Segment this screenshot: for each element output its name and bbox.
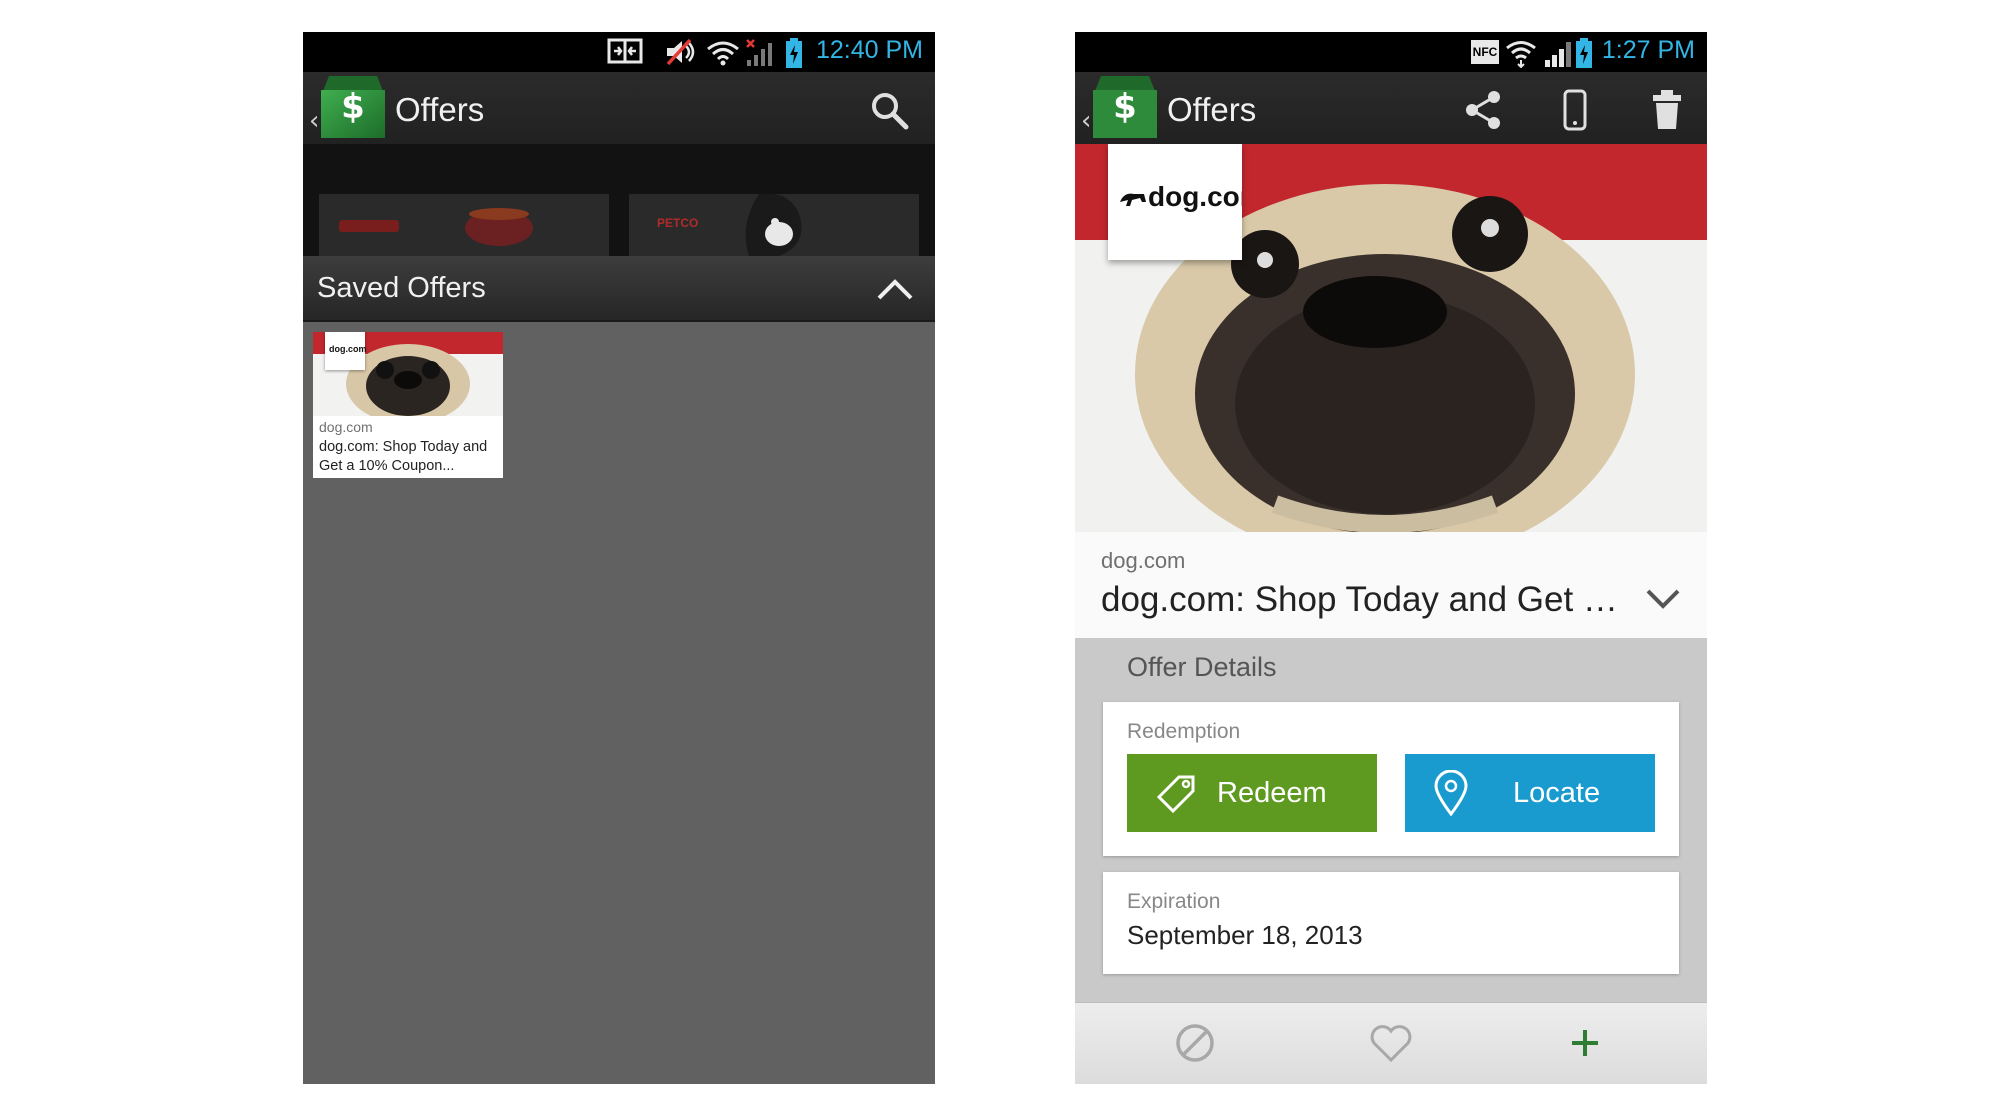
- saved-offers-title: Saved Offers: [317, 272, 486, 304]
- locate-label: Locate: [1513, 776, 1601, 809]
- heart-icon: [1370, 1025, 1412, 1063]
- battery-charging-icon: [1576, 38, 1592, 68]
- expiration-date: September 18, 2013: [1127, 920, 1363, 950]
- chevron-up-icon[interactable]: [875, 274, 915, 304]
- phone-icon: [1563, 89, 1587, 131]
- merchant-logo-card: dog.com: [1108, 144, 1265, 260]
- screen-share-icon: [607, 38, 643, 64]
- cookware-offer-image: [339, 208, 533, 246]
- bottom-action-bar: [1075, 1002, 1707, 1084]
- search-button[interactable]: [861, 82, 917, 138]
- offer-info[interactable]: dog.com dog.com: Shop Today and Get a 10…: [1075, 532, 1707, 638]
- app-title: Offers: [395, 91, 485, 128]
- redeem-button[interactable]: Redeem: [1127, 754, 1377, 832]
- offers-carousel[interactable]: PETCO: [303, 144, 935, 256]
- nfc-icon: NFC: [1471, 40, 1499, 64]
- delete-button[interactable]: [1639, 82, 1695, 138]
- share-icon: [1466, 91, 1500, 129]
- redemption-card: Redemption Redeem Locate: [1103, 702, 1679, 856]
- offer-title: dog.com: Shop Today and Get a 10% Coupon: [1101, 580, 1621, 619]
- add-button[interactable]: [1561, 1019, 1609, 1067]
- location-pin-icon: [1434, 770, 1468, 816]
- saved-offers-header[interactable]: Saved Offers: [303, 256, 935, 322]
- expiration-card: Expiration September 18, 2013: [1103, 872, 1679, 974]
- locate-button[interactable]: Locate: [1405, 754, 1655, 832]
- svg-text:$: $: [341, 87, 365, 127]
- app-title: Offers: [1167, 91, 1257, 128]
- svg-text:$: $: [1113, 87, 1137, 127]
- logo-text: dog.com: [1148, 181, 1242, 212]
- battery-charging-icon: [786, 38, 802, 68]
- tag-icon: [1156, 775, 1195, 814]
- carousel-card[interactable]: PETCO: [629, 194, 919, 256]
- carousel-card[interactable]: [319, 194, 609, 256]
- dog-com-logo: dog.com: [1120, 181, 1265, 212]
- signal-icon: [1545, 42, 1571, 67]
- wifi-icon: [707, 41, 739, 66]
- offer-title: dog.com: Shop Today and Get a 10% Coupon…: [319, 439, 488, 474]
- offer-thumbnail: dog.com: [313, 332, 503, 416]
- search-icon: [872, 93, 909, 130]
- offer-merchant: dog.com: [1101, 548, 1186, 573]
- trash-icon: [1653, 90, 1681, 129]
- phone-screen-left: 12:40 PM ‹ $ Offers PETCO Saved Offers d…: [303, 32, 935, 1084]
- status-time: 12:40 PM: [815, 36, 923, 64]
- saved-offer-tile[interactable]: dog.com dog.com dog.com: Shop Today and …: [313, 332, 503, 478]
- offer-merchant: dog.com: [319, 419, 373, 435]
- signal-no-service-icon: [746, 39, 772, 66]
- status-time: 1:27 PM: [1601, 36, 1695, 64]
- status-bar: NFC 1:27 PM: [1075, 32, 1707, 72]
- share-button[interactable]: [1455, 82, 1511, 138]
- phone-screen-right: NFC 1:27 PM ‹ $ Offers dog.co dog.com do…: [1075, 32, 1707, 1084]
- not-interested-icon: [1176, 1024, 1214, 1062]
- status-bar: 12:40 PM: [303, 32, 935, 72]
- chevron-down-icon[interactable]: [1645, 586, 1681, 612]
- offer-details-heading: Offer Details: [1127, 652, 1277, 682]
- app-dollar-logo-icon[interactable]: $: [1093, 76, 1157, 138]
- favorite-button[interactable]: [1367, 1019, 1415, 1067]
- merchant-logo-text: dog.com: [329, 344, 367, 354]
- app-dollar-logo-icon[interactable]: $: [321, 76, 385, 138]
- dog-offer-image: [745, 194, 802, 256]
- merchant-logo-small: dog.com: [325, 332, 367, 370]
- back-chevron-icon[interactable]: ‹: [1081, 106, 1091, 136]
- expiration-label: Expiration: [1127, 890, 1221, 913]
- not-interested-button[interactable]: [1171, 1019, 1219, 1067]
- redemption-label: Redemption: [1127, 720, 1241, 743]
- back-chevron-icon[interactable]: ‹: [309, 106, 319, 136]
- offer-hero-image: dog.com: [1075, 144, 1707, 532]
- send-to-phone-button[interactable]: [1547, 82, 1603, 138]
- volume-muted-icon: [666, 38, 695, 66]
- add-icon: [1572, 1030, 1598, 1056]
- wifi-icon: [1506, 41, 1536, 68]
- redeem-label: Redeem: [1217, 776, 1327, 809]
